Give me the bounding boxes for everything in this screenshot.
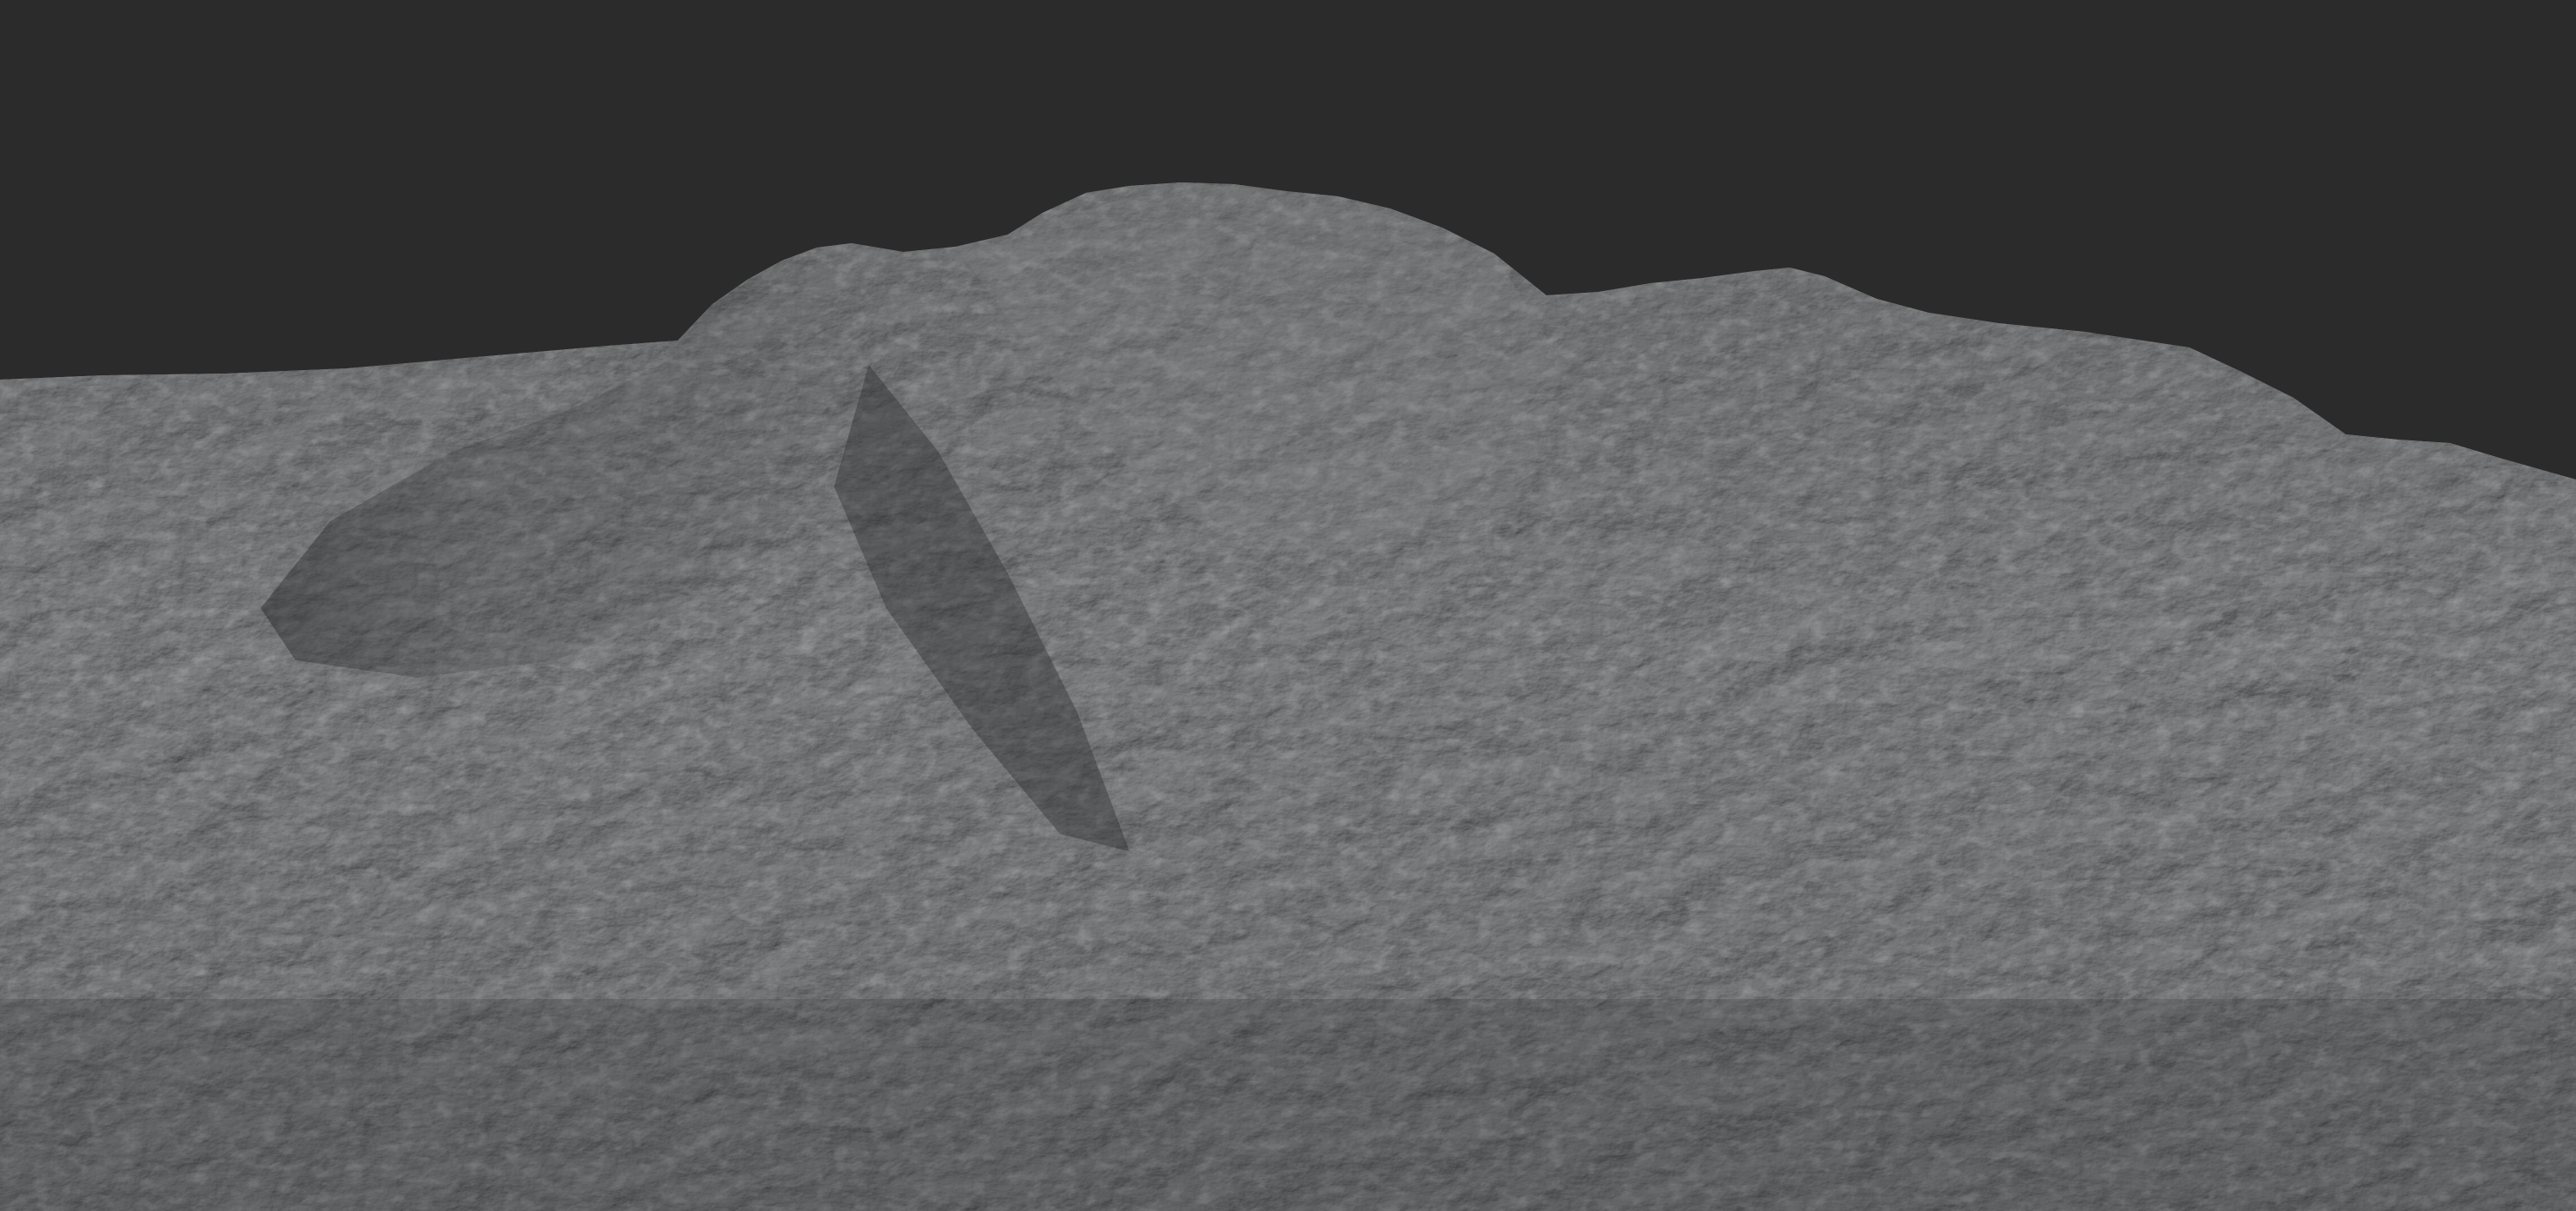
render-viewport xyxy=(0,0,2576,1211)
terrain-render xyxy=(0,182,2576,1211)
